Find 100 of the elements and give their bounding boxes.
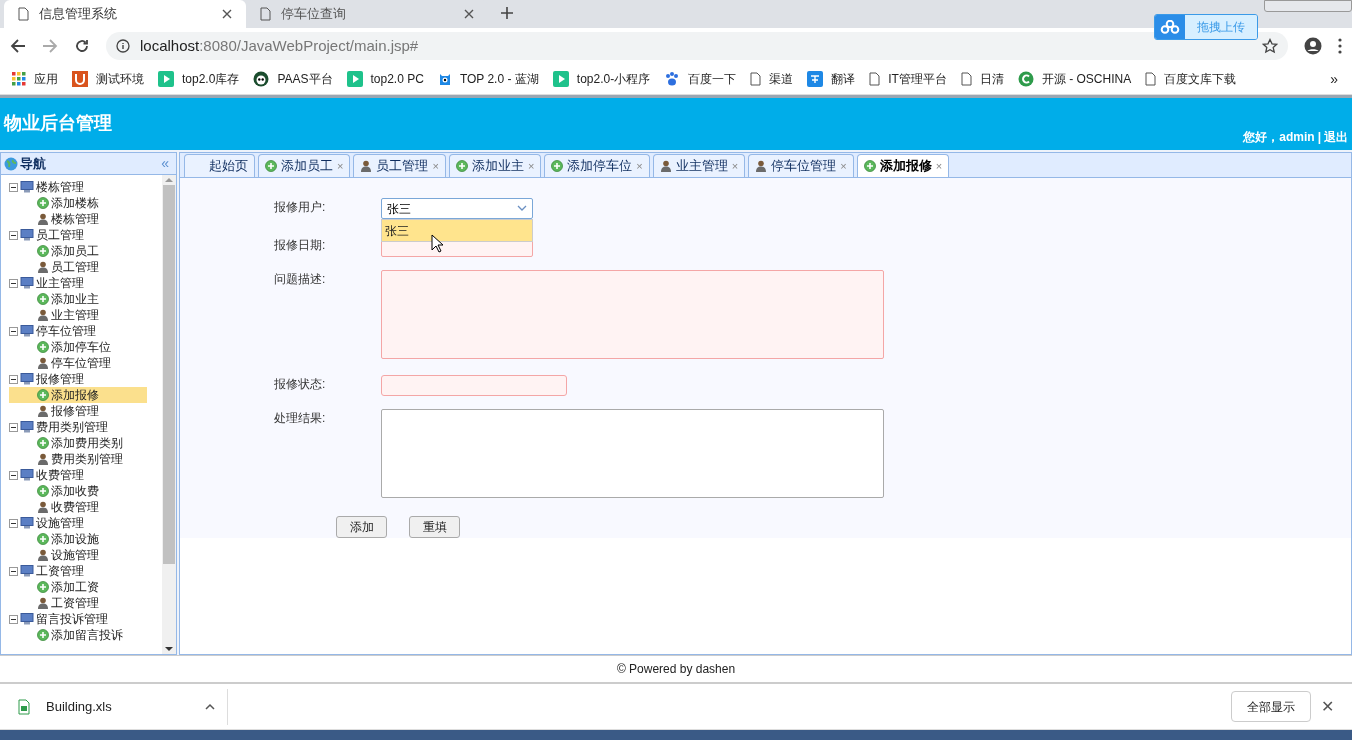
content-tab[interactable]: 添加业主 × [448,154,542,177]
download-item[interactable]: Building.xls [18,688,228,725]
tree-item[interactable]: 添加停车位 [9,339,147,355]
bookmark-item[interactable]: 百度文库下载 [1145,70,1237,88]
back-icon[interactable] [10,38,26,54]
content-tab[interactable]: 业主管理 × [652,154,746,177]
bookmark-item[interactable]: 开源 - OSCHINA [1017,70,1132,88]
tree-group[interactable]: 留言投诉管理 [9,611,162,627]
tree-item[interactable]: 添加楼栋 [9,195,147,211]
content-tab[interactable]: 起始页 [184,154,255,177]
account-icon[interactable] [1304,37,1322,55]
tree-item[interactable]: 添加员工 [9,243,147,259]
tree-item[interactable]: 收费管理 [9,499,147,515]
monitor-icon [20,229,34,241]
scrollbar[interactable] [162,175,176,654]
url-text: localhost:8080/JavaWebProject/main.jsp# [140,35,419,56]
address-bar[interactable]: localhost:8080/JavaWebProject/main.jsp# [106,32,1288,60]
bookmark-item[interactable]: 测试环境 [72,70,144,88]
tree-item[interactable]: 添加业主 [9,291,147,307]
content-tab[interactable]: 添加停车位 × [544,154,650,177]
tree-item[interactable]: 添加留言投诉 [9,627,147,643]
separator-text: | [1317,129,1321,146]
bookmark-item[interactable]: IT管理平台 [869,70,947,88]
bookmark-item[interactable]: top2.0库存 [158,70,240,88]
tree-group[interactable]: 报修管理 [9,371,162,387]
nav-title: 导航 [20,154,47,173]
bookmark-item[interactable]: top2.0-小程序 [552,70,651,88]
u-logo-icon [72,71,88,87]
close-icon[interactable] [222,9,232,19]
chevron-up-icon[interactable] [205,703,215,710]
tree-group[interactable]: 业主管理 [9,275,162,291]
user-select[interactable]: 张三 [381,198,533,219]
field-label: 问题描述: [274,270,327,288]
collapse-toggle-icon[interactable] [9,278,18,288]
collapse-toggle-icon[interactable] [9,518,18,528]
close-icon[interactable] [464,9,474,19]
form-button[interactable]: 添加 [336,516,387,538]
collapse-toggle-icon[interactable] [9,422,18,432]
tree-item[interactable]: 报修管理 [9,403,147,419]
show-all-button[interactable]: 全部显示 [1231,691,1311,722]
apps-grid-icon [12,72,26,86]
form-button[interactable]: 重填 [409,516,460,538]
bookmark-item[interactable]: top2.0 PC [346,70,424,88]
tree-item[interactable]: 员工管理 [9,259,147,275]
monitor-icon [20,373,34,385]
more-icon[interactable] [1338,38,1342,54]
tree-item[interactable]: 费用类别管理 [9,451,147,467]
content-tab[interactable]: 添加员工 × [258,154,351,177]
add-icon [37,245,49,257]
tree-group[interactable]: 停车位管理 [9,323,162,339]
bookmark-item[interactable]: PAAS平台 [253,70,333,88]
tree-group[interactable]: 楼栋管理 [9,179,162,195]
tree-item[interactable]: 添加收费 [9,483,147,499]
content-tab[interactable]: 添加报修 × [856,154,950,177]
collapse-toggle-icon[interactable] [9,470,18,480]
bookmark-item[interactable]: 百度一下 [664,70,737,88]
collapse-toggle-icon[interactable] [9,230,18,240]
add-icon [37,581,49,593]
more-bookmarks[interactable]: » [1330,68,1338,90]
monitor-icon [20,277,34,289]
new-tab-icon[interactable] [500,6,514,20]
tree-item[interactable]: 设施管理 [9,547,147,563]
content-tab[interactable]: 停车位管理 × [748,154,854,177]
tree-item[interactable]: 业主管理 [9,307,147,323]
tree-item[interactable]: 楼栋管理 [9,211,147,227]
tree-group[interactable]: 收费管理 [9,467,162,483]
close-button[interactable]: ✕ [1321,694,1334,719]
tree-item[interactable]: 添加工资 [9,579,147,595]
bookmark-item[interactable]: 翻译 [807,70,856,88]
collapse-toggle-icon[interactable] [9,374,18,384]
bookmark-item[interactable]: 渠道 [750,70,794,88]
tree-group[interactable]: 费用类别管理 [9,419,162,435]
star-icon[interactable] [1262,38,1278,54]
content-tab[interactable]: 员工管理 × [353,154,446,177]
textarea-field[interactable] [381,269,884,359]
bookmark-item[interactable]: 日清 [960,70,1004,88]
tree-item[interactable]: 添加报修 [9,387,147,403]
tab-close[interactable]: × [935,157,943,175]
app-title: 物业后台管理 [4,111,112,135]
paw-icon [664,71,681,87]
tree-item[interactable]: 停车位管理 [9,355,147,371]
tree-item[interactable]: 工资管理 [9,595,147,611]
input-field[interactable] [381,374,567,396]
person-icon [37,213,49,225]
textarea-field[interactable] [381,408,884,498]
collapse-toggle-icon[interactable] [9,566,18,576]
tree-item[interactable]: 添加设施 [9,531,147,547]
scroll-down-icon[interactable] [165,644,173,654]
reload-icon[interactable] [74,38,90,54]
dropdown-option[interactable]: 张三 [382,220,532,241]
collapse-toggle-icon[interactable] [9,614,18,624]
collapse-toggle-icon[interactable] [9,326,18,336]
browser-tab[interactable]: 信息管理系统 [4,0,246,28]
tree-group[interactable]: 员工管理 [9,227,162,243]
bookmark-item[interactable]: TOP 2.0 - 蓝湖 [437,70,539,88]
collapse-toggle-icon[interactable] [9,182,18,192]
tree-group[interactable]: 设施管理 [9,515,162,531]
tree-group[interactable]: 工资管理 [9,563,162,579]
tree-item[interactable]: 添加费用类别 [9,435,147,451]
bookmark-item[interactable]: 应用 [12,70,58,88]
